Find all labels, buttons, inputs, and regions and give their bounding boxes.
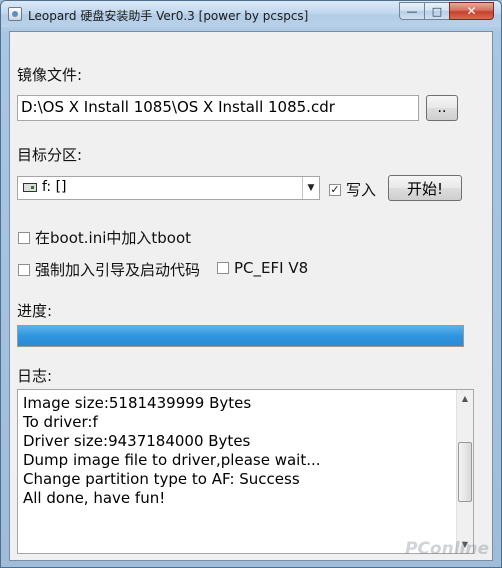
scroll-down-icon[interactable]: ▼ <box>457 536 473 553</box>
write-checkbox-box[interactable]: ✓ <box>329 183 341 196</box>
target-partition-label: 目标分区: <box>17 146 83 164</box>
partition-selected-value: f: [] <box>42 179 67 195</box>
log-textarea[interactable]: Image size:5181439999 Bytes To driver:f Dr… <box>17 389 474 554</box>
progress-bar <box>17 325 464 347</box>
image-file-input[interactable]: D:\OS X Install 1085\OS X Install 1085.c… <box>17 95 419 121</box>
force-boot-label: 强制加入引导及启动代码 <box>35 261 201 279</box>
chevron-down-icon[interactable]: ▼ <box>302 177 319 199</box>
minimize-button[interactable]: — <box>399 2 425 20</box>
log-line: To driver:f <box>23 413 98 431</box>
tboot-checkbox-box[interactable] <box>18 231 30 244</box>
force-boot-checkbox[interactable]: 强制加入引导及启动代码 <box>18 259 200 280</box>
force-boot-checkbox-box[interactable] <box>18 263 30 276</box>
log-line: Image size:5181439999 Bytes <box>23 394 252 412</box>
write-checkbox[interactable]: ✓ 写入 <box>329 179 376 200</box>
log-line: All done, have fun! <box>23 489 166 507</box>
scroll-up-icon[interactable]: ▲ <box>457 390 473 407</box>
maximize-button[interactable]: □ <box>424 2 450 20</box>
pc-efi-label: PC_EFI V8 <box>234 259 309 277</box>
pc-efi-checkbox[interactable]: PC_EFI V8 <box>217 259 308 277</box>
scroll-thumb[interactable] <box>458 442 472 502</box>
close-icon: ✕ <box>466 4 477 18</box>
log-line: Driver size:9437184000 Bytes <box>23 432 251 450</box>
vertical-scrollbar[interactable]: ▲ ▼ <box>456 390 473 553</box>
pc-efi-checkbox-box[interactable] <box>217 262 229 274</box>
write-label: 写入 <box>346 181 377 199</box>
log-line: Change partition type to AF: Success <box>23 470 300 488</box>
partition-select[interactable]: f: [] ▼ <box>17 176 320 200</box>
client-area: 镜像文件: D:\OS X Install 1085\OS X Install … <box>9 31 493 561</box>
window-title: Leopard 硬盘安装助手 Ver0.3 [power by pcspcs] <box>28 9 309 23</box>
tboot-checkbox[interactable]: 在boot.ini中加入tboot <box>18 227 191 248</box>
maximize-icon: □ <box>431 4 443 18</box>
close-button[interactable]: ✕ <box>449 2 494 20</box>
log-label: 日志: <box>17 367 53 385</box>
checkmark-icon: ✓ <box>330 183 340 196</box>
browse-button[interactable]: .. <box>426 95 458 121</box>
progress-label: 进度: <box>17 302 53 320</box>
progress-fill <box>18 326 463 346</box>
title-bar[interactable]: Leopard 硬盘安装助手 Ver0.3 [power by pcspcs] … <box>1 1 501 27</box>
app-icon[interactable] <box>8 7 22 21</box>
start-button[interactable]: 开始! <box>388 175 462 201</box>
minimize-icon: — <box>406 4 418 18</box>
app-window: Leopard 硬盘安装助手 Ver0.3 [power by pcspcs] … <box>0 0 502 568</box>
log-lines: Image size:5181439999 Bytes To driver:f Dr… <box>23 394 321 508</box>
drive-icon <box>23 183 37 192</box>
image-file-label: 镜像文件: <box>17 66 83 84</box>
tboot-label: 在boot.ini中加入tboot <box>35 229 192 247</box>
log-line: Dump image file to driver,please wait... <box>23 451 321 469</box>
